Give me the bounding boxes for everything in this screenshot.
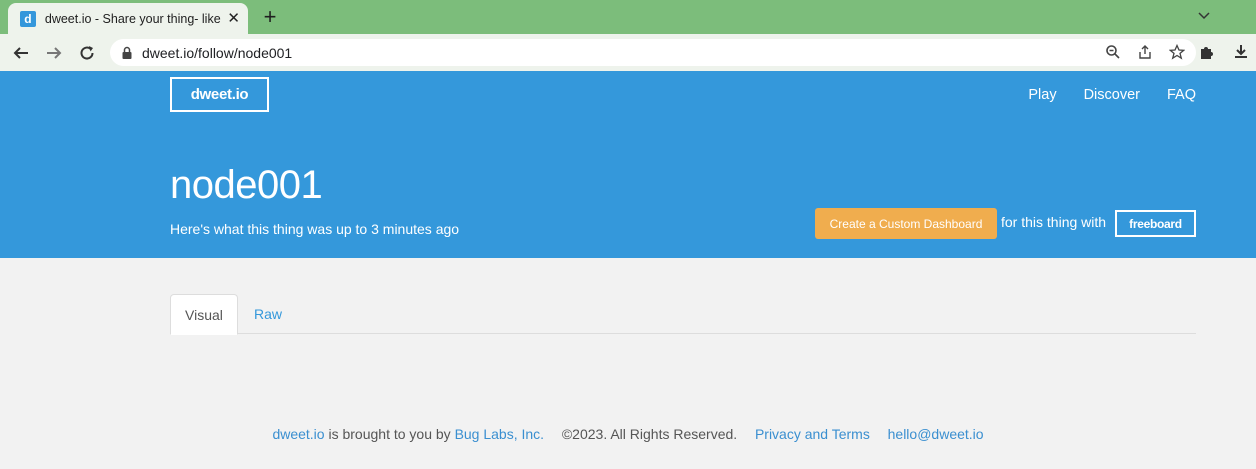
zoom-icon[interactable] — [1104, 43, 1122, 61]
footer-privacy-link[interactable]: Privacy and Terms — [755, 426, 870, 442]
dweet-logo[interactable]: dweet.io — [170, 77, 269, 112]
create-dashboard-button[interactable]: Create a Custom Dashboard — [815, 208, 997, 239]
thing-name-title: node001 — [170, 163, 323, 207]
page-footer: dweet.io is brought to you by Bug Labs, … — [0, 426, 1256, 442]
extensions-puzzle-icon[interactable] — [1196, 40, 1218, 64]
thing-subtitle: Here's what this thing was up to 3 minut… — [170, 221, 460, 237]
footer-brought-text: is brought to you by — [328, 426, 451, 442]
tab-raw[interactable]: Raw — [240, 294, 296, 334]
chevron-down-icon[interactable] — [1196, 7, 1212, 23]
browser-tab-title: dweet.io - Share your thing- like — [44, 11, 221, 26]
reload-icon[interactable] — [74, 40, 100, 66]
url-text: dweet.io/follow/node001 — [142, 44, 293, 61]
back-arrow-icon[interactable] — [8, 40, 34, 66]
footer-dweet-link[interactable]: dweet.io — [272, 426, 324, 442]
footer-email-link[interactable]: hello@dweet.io — [888, 426, 984, 442]
download-icon[interactable] — [1230, 40, 1252, 64]
hero-header: dweet.io Play Discover FAQ node001 Here'… — [0, 71, 1256, 258]
dweet-favicon-icon: d — [20, 10, 36, 27]
new-tab-icon[interactable]: + — [258, 4, 282, 29]
dashboard-caption: for this thing with — [1001, 214, 1107, 230]
footer-buglabs-link[interactable]: Bug Labs, Inc. — [455, 426, 545, 442]
freeboard-logo-link[interactable]: freeboard — [1115, 210, 1196, 237]
bookmark-star-icon[interactable] — [1168, 43, 1186, 61]
tab-visual[interactable]: Visual — [170, 294, 238, 335]
browser-toolbar: dweet.io/follow/node001 — [0, 34, 1256, 71]
nav-faq-link[interactable]: FAQ — [1167, 87, 1196, 103]
footer-copyright: ©2023. All Rights Reserved. — [561, 426, 738, 442]
nav-play-link[interactable]: Play — [1028, 87, 1056, 103]
browser-tab-strip: d dweet.io - Share your thing- like ✕ + — [0, 0, 1256, 34]
share-icon[interactable] — [1136, 43, 1154, 61]
forward-arrow-icon[interactable] — [41, 40, 67, 66]
content-tabs: Visual Raw — [170, 294, 1196, 335]
nav-discover-link[interactable]: Discover — [1084, 87, 1140, 103]
close-tab-icon[interactable]: ✕ — [227, 11, 240, 26]
top-nav: Play Discover FAQ — [1028, 87, 1196, 103]
address-bar[interactable]: dweet.io/follow/node001 — [110, 39, 1196, 66]
browser-tab[interactable]: d dweet.io - Share your thing- like ✕ — [8, 3, 248, 34]
lock-icon — [122, 46, 132, 59]
